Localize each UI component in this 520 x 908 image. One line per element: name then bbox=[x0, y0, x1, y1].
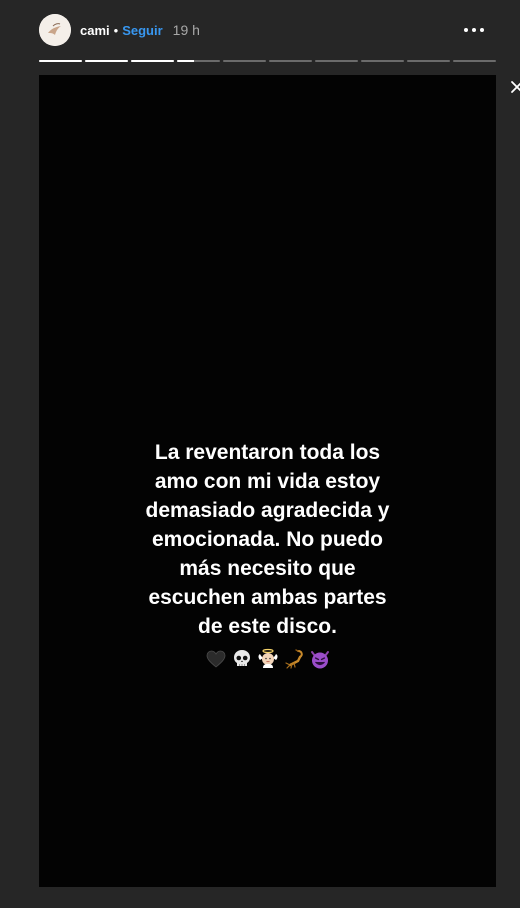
story-media[interactable]: La reventaron toda los amo con mi vida es… bbox=[39, 75, 496, 887]
progress-segment bbox=[407, 60, 450, 62]
story-progress-bar bbox=[39, 60, 496, 63]
smiling-imp-icon bbox=[309, 648, 331, 670]
more-horizontal-icon[interactable] bbox=[462, 20, 486, 40]
caption-line: amo con mi vida estoy bbox=[154, 470, 381, 493]
story-viewer: cami • Seguir 19 h La reventaron toda lo… bbox=[0, 0, 520, 908]
caption-line: escuchen ambas partes bbox=[148, 586, 387, 609]
story-caption: La reventaron toda los amo con mi vida es… bbox=[39, 438, 496, 641]
progress-segment bbox=[177, 60, 220, 62]
progress-segment-fill bbox=[131, 60, 174, 62]
progress-segment-fill bbox=[85, 60, 128, 62]
progress-segment-fill bbox=[39, 60, 82, 62]
skull-icon bbox=[231, 648, 253, 670]
caption-line: más necesito que bbox=[179, 557, 356, 580]
baby-angel-icon bbox=[257, 648, 279, 670]
progress-segment bbox=[361, 60, 404, 62]
follow-button[interactable]: Seguir bbox=[122, 23, 162, 38]
caption-line: emocionada. No puedo bbox=[151, 528, 384, 551]
username[interactable]: cami bbox=[80, 23, 110, 38]
progress-segment bbox=[85, 60, 128, 62]
separator-dot: • bbox=[113, 22, 119, 38]
progress-segment bbox=[269, 60, 312, 62]
emoji-row bbox=[39, 648, 496, 670]
progress-segment bbox=[453, 60, 496, 62]
progress-segment bbox=[39, 60, 82, 62]
caption-line: demasiado agradecida y bbox=[145, 499, 390, 522]
progress-segment bbox=[223, 60, 266, 62]
progress-segment bbox=[131, 60, 174, 62]
progress-segment bbox=[315, 60, 358, 62]
caption-line: de este disco. bbox=[198, 615, 337, 638]
story-header: cami • Seguir 19 h bbox=[39, 13, 496, 47]
progress-segment-fill bbox=[177, 60, 195, 62]
caption-line: La reventaron toda los bbox=[154, 441, 381, 464]
post-time: 19 h bbox=[172, 22, 200, 38]
scorpion-icon bbox=[283, 648, 305, 670]
close-icon[interactable] bbox=[510, 78, 520, 96]
black-heart-icon bbox=[205, 648, 227, 670]
avatar[interactable] bbox=[39, 14, 71, 46]
